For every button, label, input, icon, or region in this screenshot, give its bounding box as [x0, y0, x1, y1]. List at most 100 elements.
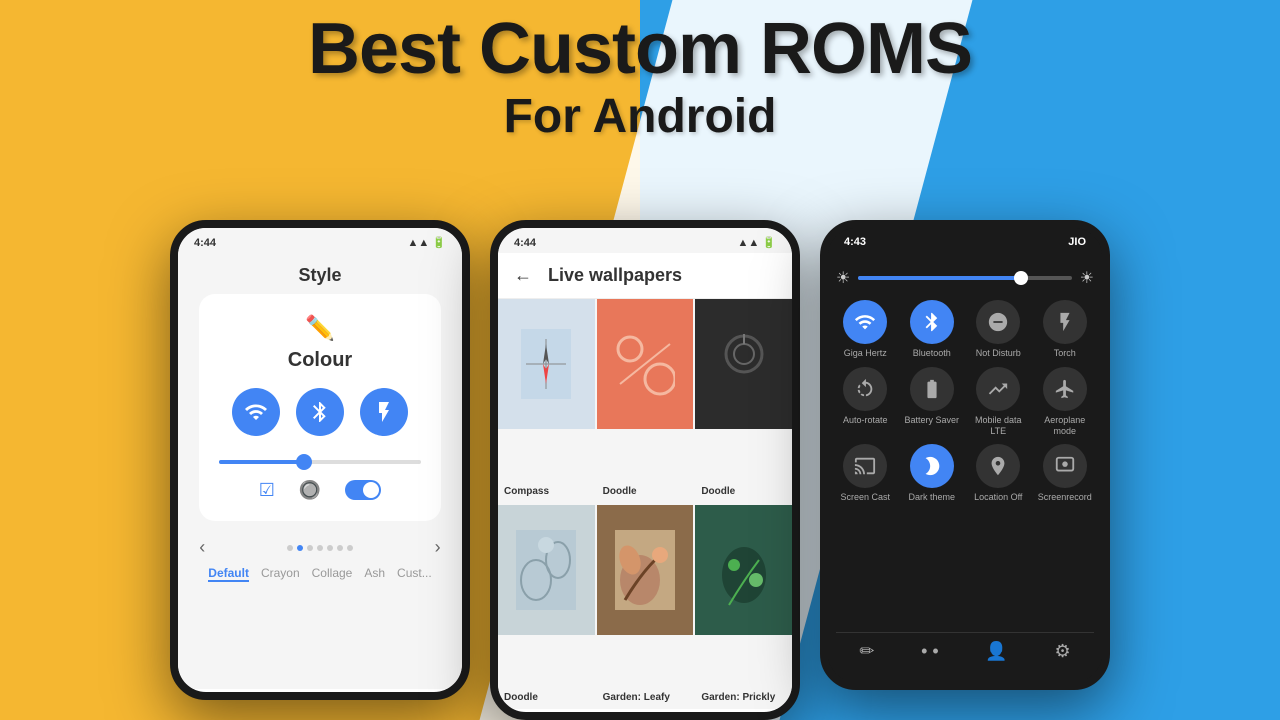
torch-tile-label: Torch	[1054, 348, 1076, 359]
qs-tile-wifi[interactable]: Giga Hertz	[836, 300, 895, 359]
qs-tile-battery[interactable]: Battery Saver	[903, 367, 962, 437]
checkbox-icon[interactable]: ☑	[259, 480, 275, 501]
back-button[interactable]: ←	[514, 265, 532, 286]
wallpaper-garden-leafy[interactable]: Garden: Leafy	[597, 505, 694, 709]
dot4	[317, 545, 323, 551]
wifi-tile-label: Giga Hertz	[844, 348, 887, 359]
airplane-tile-label: Aeroplane mode	[1036, 415, 1095, 437]
phone-center: 4:44 ▲▲ 🔋 ← Live wallpapers	[490, 220, 800, 720]
torch-tile-icon	[1043, 300, 1087, 344]
style-tabs: Default Crayon Collage Ash Cust...	[208, 558, 431, 590]
phone2-content: ← Live wallpapers Compass	[498, 253, 792, 709]
dot3	[307, 545, 313, 551]
garden2-label: Garden: Prickly	[701, 692, 775, 703]
brightness-high-icon: ☀	[1080, 268, 1094, 288]
edit-bottom-icon[interactable]: ✏	[859, 641, 874, 662]
signal-icons-left: ▲▲ 🔋	[407, 236, 446, 249]
wallpaper-grid: Compass Doodle	[498, 299, 792, 709]
qs-tile-rotate[interactable]: Auto-rotate	[836, 367, 895, 437]
dot6	[337, 545, 343, 551]
tab-crayon[interactable]: Crayon	[261, 566, 300, 582]
slider-fill	[219, 460, 300, 464]
rotate-tile-icon	[843, 367, 887, 411]
screenrecord-tile-icon	[1043, 444, 1087, 488]
doodle2-preview	[695, 299, 792, 429]
colour-slider[interactable]	[219, 460, 420, 464]
tab-ash[interactable]: Ash	[364, 566, 385, 582]
flashlight-icon-circle	[360, 388, 408, 436]
wifi-tile-icon	[843, 300, 887, 344]
qs-tile-airplane[interactable]: Aeroplane mode	[1036, 367, 1095, 437]
colour-label: Colour	[288, 349, 352, 372]
data-tile-label: Mobile data LTE	[969, 415, 1028, 437]
rotate-tile-label: Auto-rotate	[843, 415, 888, 426]
doodle1-preview	[597, 299, 694, 429]
dot7	[347, 545, 353, 551]
wallpaper-doodle1[interactable]: Doodle	[597, 299, 694, 503]
colour-card: ✏️ Colour	[199, 294, 440, 521]
status-bar-center: 4:44 ▲▲ 🔋	[498, 228, 792, 253]
brightness-row: ☀ ☀	[836, 268, 1094, 288]
toggle-row: ☑ 🔘	[259, 480, 382, 501]
wallpaper-compass[interactable]: Compass	[498, 299, 595, 503]
dot1	[287, 545, 293, 551]
signal-icons-center: ▲▲ 🔋	[737, 236, 776, 249]
bluetooth-tile-icon	[910, 300, 954, 344]
tab-default[interactable]: Default	[208, 566, 249, 582]
dots-bottom-icon: • •	[921, 641, 939, 662]
cast-tile-icon	[843, 444, 887, 488]
brightness-thumb	[1014, 271, 1028, 285]
brightness-track[interactable]	[858, 276, 1071, 280]
wallpaper-doodle3[interactable]: Doodle	[498, 505, 595, 709]
phone3-bottom: ✏ • • 👤 ⚙	[836, 632, 1094, 670]
qs-tile-cast[interactable]: Screen Cast	[836, 444, 895, 503]
location-tile-label: Location Off	[974, 492, 1022, 503]
nav-prev[interactable]: ‹	[199, 537, 205, 558]
dot2	[297, 545, 303, 551]
wallpapers-title: Live wallpapers	[548, 265, 682, 286]
time-center: 4:44	[514, 237, 536, 249]
phone-left: 4:44 ▲▲ 🔋 Style ✏️ Colour	[170, 220, 470, 700]
dnd-tile-label: Not Disturb	[976, 348, 1021, 359]
qs-grid-1: Giga Hertz Bluetooth	[836, 300, 1094, 359]
darktheme-tile-label: Dark theme	[908, 492, 955, 503]
phone-right: 4:43 JIO ☀ ☀ Giga	[820, 220, 1110, 690]
qs-tile-screenrecord[interactable]: Screenrecord	[1036, 444, 1095, 503]
compass-label: Compass	[504, 486, 549, 497]
wallpaper-doodle2[interactable]: Doodle	[695, 299, 792, 503]
account-bottom-icon[interactable]: 👤	[985, 641, 1007, 662]
qs-tile-darktheme[interactable]: Dark theme	[903, 444, 962, 503]
toggle-switch[interactable]	[345, 480, 381, 500]
data-tile-icon	[976, 367, 1020, 411]
cast-tile-label: Screen Cast	[840, 492, 890, 503]
dnd-tile-icon	[976, 300, 1020, 344]
brightness-fill	[858, 276, 1018, 280]
phones-container: 4:44 ▲▲ 🔋 Style ✏️ Colour	[0, 220, 1280, 720]
darktheme-tile-icon	[910, 444, 954, 488]
title-container: Best Custom ROMS For Android	[0, 10, 1280, 144]
dot5	[327, 545, 333, 551]
bluetooth-tile-label: Bluetooth	[913, 348, 951, 359]
carrier-right: JIO	[1068, 236, 1086, 248]
status-bar-left: 4:44 ▲▲ 🔋	[178, 228, 462, 253]
qs-tile-data[interactable]: Mobile data LTE	[969, 367, 1028, 437]
qs-tile-dnd[interactable]: Not Disturb	[969, 300, 1028, 359]
doodle1-label: Doodle	[603, 486, 637, 497]
pencil-icon: ✏️	[305, 314, 335, 343]
wallpaper-garden-prickly[interactable]: Garden: Prickly	[695, 505, 792, 709]
qs-tile-location[interactable]: Location Off	[969, 444, 1028, 503]
radio-icon[interactable]: 🔘	[299, 480, 321, 501]
phone3-content: ☀ ☀ Giga Hertz	[828, 252, 1102, 678]
compass-preview	[498, 299, 595, 429]
settings-bottom-icon[interactable]: ⚙	[1054, 641, 1070, 662]
tab-collage[interactable]: Collage	[312, 566, 353, 582]
time-right: 4:43	[844, 236, 866, 248]
qs-tile-torch[interactable]: Torch	[1036, 300, 1095, 359]
tab-cust[interactable]: Cust...	[397, 566, 432, 582]
qs-tile-bluetooth[interactable]: Bluetooth	[903, 300, 962, 359]
status-bar-right: 4:43 JIO	[828, 228, 1102, 252]
wallpapers-header: ← Live wallpapers	[498, 253, 792, 299]
nav-next[interactable]: ›	[435, 537, 441, 558]
bluetooth-icon-circle	[296, 388, 344, 436]
phone1-content: Style ✏️ Colour	[178, 253, 462, 689]
